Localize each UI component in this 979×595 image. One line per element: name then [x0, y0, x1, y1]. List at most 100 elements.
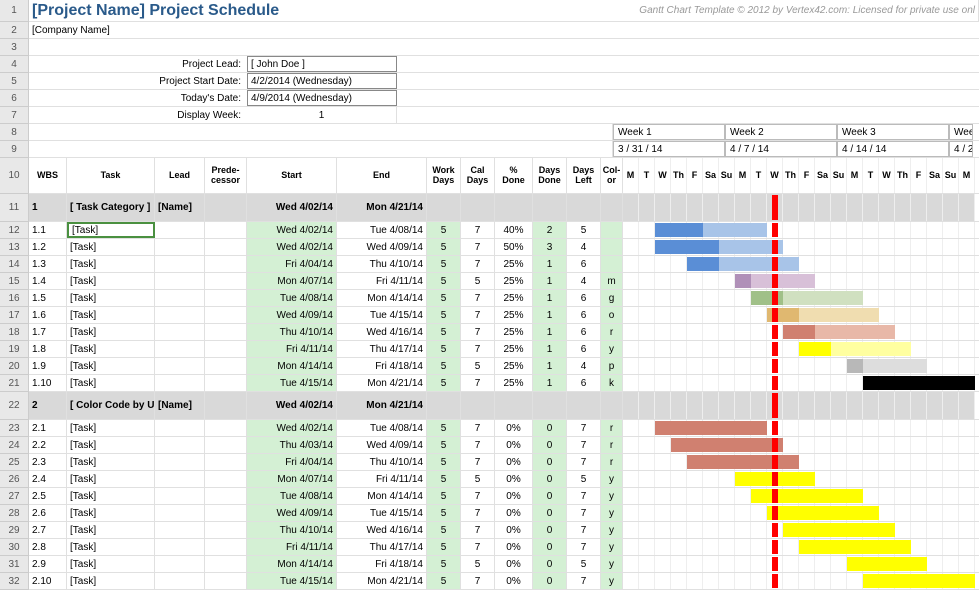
task-cell[interactable]: [Task] — [67, 505, 155, 521]
lead-cell[interactable] — [155, 273, 205, 289]
wd-cell[interactable]: 5 — [427, 375, 461, 391]
task-cell[interactable]: [Task] — [67, 307, 155, 323]
pred-cell[interactable] — [205, 307, 247, 323]
start-cell[interactable]: Mon 4/07/14 — [247, 471, 337, 487]
task-cell[interactable]: [Task] — [67, 358, 155, 374]
start-cell[interactable]: Wed 4/02/14 — [247, 420, 337, 436]
col-hdr-lead[interactable]: Lead — [155, 158, 205, 193]
wbs-cell[interactable]: 1.2 — [29, 239, 67, 255]
start-cell[interactable]: Mon 4/14/14 — [247, 358, 337, 374]
wbs-cell[interactable]: 1 — [29, 194, 67, 221]
wbs-cell[interactable]: 1.5 — [29, 290, 67, 306]
dd-cell[interactable]: 1 — [533, 358, 567, 374]
start-cell[interactable]: Thu 4/10/14 — [247, 324, 337, 340]
project-lead-value[interactable]: [ John Doe ] — [247, 56, 397, 72]
color-cell[interactable] — [601, 194, 623, 221]
cd-cell[interactable] — [461, 392, 495, 419]
pred-cell[interactable] — [205, 222, 247, 238]
color-cell[interactable]: k — [601, 375, 623, 391]
dl-cell[interactable]: 6 — [567, 290, 601, 306]
dl-cell[interactable]: 5 — [567, 471, 601, 487]
color-cell[interactable]: y — [601, 488, 623, 504]
task-cell[interactable]: [Task] — [67, 290, 155, 306]
pd-cell[interactable]: 40% — [495, 222, 533, 238]
pd-cell[interactable] — [495, 194, 533, 221]
cd-cell[interactable]: 7 — [461, 573, 495, 589]
task-cell[interactable]: [Task] — [67, 256, 155, 272]
dd-cell[interactable]: 1 — [533, 307, 567, 323]
color-cell[interactable]: g — [601, 290, 623, 306]
end-cell[interactable]: Wed 4/16/14 — [337, 324, 427, 340]
dd-cell[interactable]: 0 — [533, 420, 567, 436]
lead-cell[interactable] — [155, 556, 205, 572]
start-cell[interactable]: Wed 4/02/14 — [247, 239, 337, 255]
pred-cell[interactable] — [205, 505, 247, 521]
col-hdr-dl[interactable]: Days Left — [567, 158, 601, 193]
pred-cell[interactable] — [205, 454, 247, 470]
wbs-cell[interactable]: 1.7 — [29, 324, 67, 340]
dl-cell[interactable]: 7 — [567, 437, 601, 453]
wd-cell[interactable]: 5 — [427, 324, 461, 340]
color-cell[interactable]: r — [601, 324, 623, 340]
row-header[interactable]: 8 — [0, 124, 28, 141]
lead-cell[interactable] — [155, 573, 205, 589]
start-cell[interactable]: Fri 4/11/14 — [247, 341, 337, 357]
color-cell[interactable] — [601, 239, 623, 255]
lead-cell[interactable] — [155, 522, 205, 538]
task-cell[interactable]: [Task] — [67, 375, 155, 391]
dd-cell[interactable] — [533, 392, 567, 419]
pred-cell[interactable] — [205, 324, 247, 340]
dl-cell[interactable]: 7 — [567, 505, 601, 521]
dl-cell[interactable]: 6 — [567, 375, 601, 391]
start-cell[interactable]: Tue 4/15/14 — [247, 375, 337, 391]
pd-cell[interactable]: 0% — [495, 556, 533, 572]
start-cell[interactable]: Mon 4/07/14 — [247, 273, 337, 289]
dl-cell[interactable]: 4 — [567, 239, 601, 255]
dd-cell[interactable]: 0 — [533, 505, 567, 521]
cd-cell[interactable]: 7 — [461, 375, 495, 391]
wd-cell[interactable]: 5 — [427, 556, 461, 572]
wd-cell[interactable] — [427, 392, 461, 419]
wd-cell[interactable]: 5 — [427, 273, 461, 289]
end-cell[interactable]: Fri 4/11/14 — [337, 471, 427, 487]
row-header[interactable]: 11 — [0, 194, 28, 222]
pd-cell[interactable]: 0% — [495, 454, 533, 470]
dd-cell[interactable]: 1 — [533, 324, 567, 340]
color-cell[interactable]: m — [601, 273, 623, 289]
row-header[interactable]: 27 — [0, 488, 28, 505]
project-start-value[interactable]: 4/2/2014 (Wednesday) — [247, 73, 397, 89]
pred-cell[interactable] — [205, 392, 247, 419]
color-cell[interactable]: y — [601, 505, 623, 521]
row-header[interactable]: 12 — [0, 222, 28, 239]
pd-cell[interactable]: 25% — [495, 358, 533, 374]
wd-cell[interactable]: 5 — [427, 573, 461, 589]
cd-cell[interactable]: 7 — [461, 522, 495, 538]
row-header[interactable]: 5 — [0, 73, 28, 90]
cd-cell[interactable]: 7 — [461, 256, 495, 272]
pred-cell[interactable] — [205, 556, 247, 572]
pred-cell[interactable] — [205, 522, 247, 538]
dd-cell[interactable]: 1 — [533, 256, 567, 272]
lead-cell[interactable] — [155, 505, 205, 521]
dl-cell[interactable]: 7 — [567, 454, 601, 470]
wd-cell[interactable]: 5 — [427, 539, 461, 555]
wd-cell[interactable]: 5 — [427, 290, 461, 306]
color-cell[interactable] — [601, 222, 623, 238]
color-cell[interactable]: y — [601, 539, 623, 555]
end-cell[interactable]: Mon 4/21/14 — [337, 194, 427, 221]
start-cell[interactable]: Wed 4/02/14 — [247, 392, 337, 419]
dl-cell[interactable]: 7 — [567, 488, 601, 504]
row-header[interactable]: 1 — [0, 0, 28, 22]
color-cell[interactable]: r — [601, 437, 623, 453]
pred-cell[interactable] — [205, 341, 247, 357]
end-cell[interactable]: Wed 4/09/14 — [337, 437, 427, 453]
end-cell[interactable]: Mon 4/14/14 — [337, 290, 427, 306]
row-header[interactable]: 26 — [0, 471, 28, 488]
end-cell[interactable]: Mon 4/21/14 — [337, 375, 427, 391]
pred-cell[interactable] — [205, 256, 247, 272]
pd-cell[interactable]: 25% — [495, 256, 533, 272]
today-date-value[interactable]: 4/9/2014 (Wednesday) — [247, 90, 397, 106]
row-header[interactable]: 3 — [0, 39, 28, 56]
dd-cell[interactable] — [533, 194, 567, 221]
col-hdr-pd[interactable]: % Done — [495, 158, 533, 193]
